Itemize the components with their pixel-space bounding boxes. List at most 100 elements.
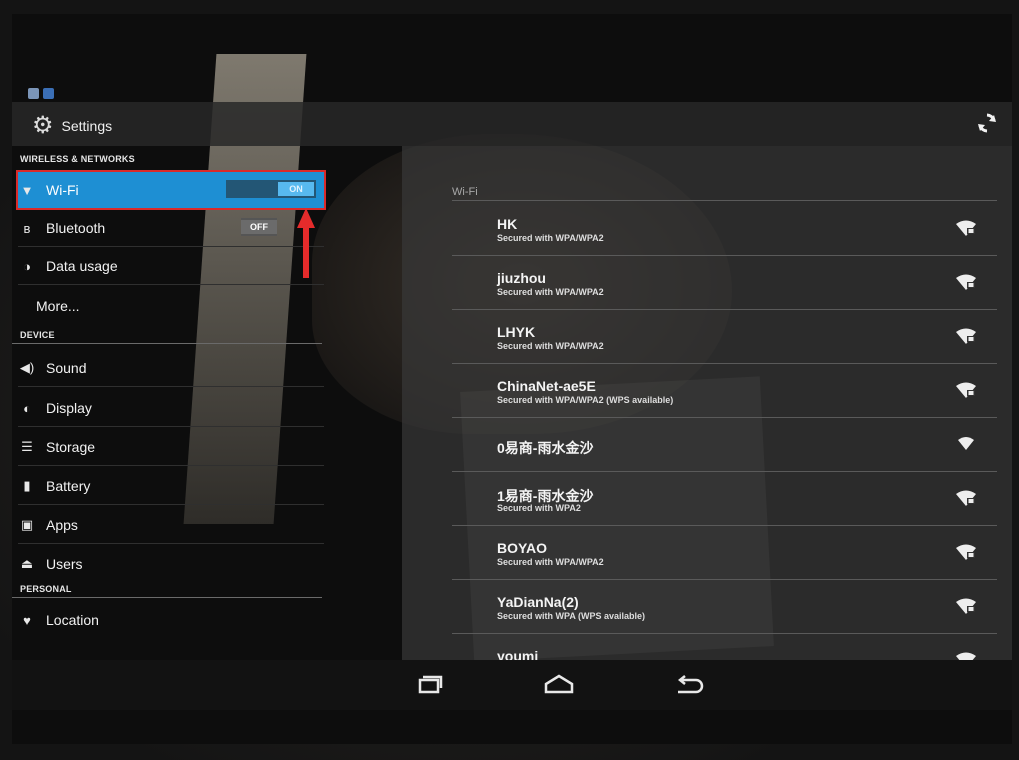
sidebar-item-more[interactable]: More... [18, 288, 342, 324]
wifi-lock-icon [956, 652, 976, 660]
network-status: Secured with WPA/WPA2 [497, 557, 604, 567]
back-icon[interactable] [672, 672, 706, 698]
sidebar-item-label: Apps [46, 517, 78, 533]
list-item[interactable]: jiuzhou Secured with WPA/WPA2 [452, 256, 997, 310]
refresh-button[interactable] [974, 112, 1000, 138]
sidebar-item-bluetooth[interactable]: ʙ Bluetooth OFF [18, 210, 324, 246]
gear-icon: ⚙ [32, 112, 54, 139]
data-usage-icon: ◑ [23, 258, 31, 274]
list-item[interactable]: LHYK Secured with WPA/WPA2 [452, 310, 997, 364]
list-item[interactable]: HK Secured with WPA/WPA2 [452, 202, 997, 256]
list-item[interactable]: youmi [452, 634, 997, 660]
sidebar-item-label: Sound [46, 360, 87, 376]
network-status: Secured with WPA/WPA2 [497, 233, 604, 243]
section-header: PERSONAL [20, 584, 72, 594]
network-status: Secured with WPA (WPS available) [497, 611, 646, 621]
tablet-screen: ⚙ Settings WIRELESS & NETWORKS ▼ Wi-Fi O… [12, 14, 1012, 744]
network-name: YaDianNa(2) [497, 594, 579, 610]
notification-icon [43, 87, 54, 99]
sidebar-item-label: Display [46, 400, 92, 416]
network-name: LHYK [497, 324, 536, 340]
wifi-toggle[interactable]: ON [226, 180, 316, 198]
notification-icon [28, 87, 39, 99]
battery-icon: ▮ [23, 478, 31, 493]
section-header: WIRELESS & NETWORKS [20, 154, 135, 164]
status-bar [28, 84, 78, 102]
divider [18, 504, 324, 505]
sidebar-item-display[interactable]: ◐ Display [18, 390, 324, 426]
location-icon: ♥ [23, 612, 31, 628]
wifi-lock-icon [956, 220, 976, 236]
list-item[interactable]: BOYAO Secured with WPA/WPA2 [452, 526, 997, 580]
wifi-header: Wi-Fi [452, 186, 478, 198]
sidebar-item-label: Users [46, 556, 83, 572]
section-divider [452, 200, 997, 201]
network-name: 0易商-雨水金沙 [497, 440, 594, 456]
list-item[interactable]: ChinaNet-ae5E Secured with WPA/WPA2 (WPS… [452, 364, 997, 418]
wifi-icon: ▼ [20, 182, 34, 198]
storage-icon: ☰ [21, 439, 33, 454]
list-item[interactable]: YaDianNa(2) Secured with WPA (WPS availa… [452, 580, 997, 634]
divider [18, 386, 324, 387]
settings-sidebar: WIRELESS & NETWORKS ▼ Wi-Fi ON ʙ Bluetoo… [12, 150, 332, 670]
wifi-open-icon [958, 437, 974, 450]
wifi-lock-icon [956, 328, 976, 344]
wifi-lock-icon [956, 544, 976, 560]
sidebar-item-label: Data usage [46, 258, 118, 274]
toggle-label: ON [278, 182, 314, 196]
sidebar-item-users[interactable]: ⏏ Users [18, 546, 324, 582]
network-status: Secured with WPA/WPA2 (WPS available) [497, 395, 674, 405]
app-title: ⚙ Settings [32, 114, 112, 138]
divider [18, 543, 324, 544]
network-name: BOYAO [497, 540, 548, 556]
list-item[interactable]: 1易商-雨水金沙 Secured with WPA2 [452, 472, 997, 526]
wifi-lock-icon [956, 598, 976, 614]
speaker-icon: ◀) [19, 360, 35, 375]
section-divider [12, 597, 322, 598]
display-icon: ◐ [23, 400, 31, 416]
network-name: youmi [497, 648, 539, 660]
wifi-lock-icon [956, 382, 976, 398]
sidebar-item-label: Bluetooth [46, 220, 106, 236]
network-status: Secured with WPA/WPA2 [497, 287, 604, 297]
sidebar-item-label: Wi-Fi [46, 182, 79, 198]
action-bar [12, 102, 1012, 146]
section-header: DEVICE [20, 330, 55, 340]
divider [18, 426, 324, 427]
refresh-icon [978, 113, 996, 133]
sidebar-item-label: Storage [46, 439, 96, 455]
sidebar-item-sound[interactable]: ◀) Sound [18, 350, 324, 386]
apps-icon: ▣ [20, 517, 34, 532]
network-name: ChinaNet-ae5E [497, 378, 596, 394]
list-item[interactable]: 0易商-雨水金沙 [452, 418, 997, 472]
red-arrow-annotation [297, 208, 315, 278]
divider [18, 465, 324, 466]
sidebar-item-label: Battery [46, 478, 91, 494]
users-icon: ⏏ [20, 556, 34, 571]
network-status: Secured with WPA/WPA2 [497, 341, 604, 351]
network-status: Secured with WPA2 [497, 503, 581, 513]
sidebar-item-label: More... [36, 298, 80, 314]
sidebar-item-storage[interactable]: ☰ Storage [18, 429, 324, 465]
section-divider [12, 343, 322, 344]
recent-apps-icon[interactable] [412, 672, 446, 698]
sidebar-item-wifi[interactable]: ▼ Wi-Fi ON [16, 170, 326, 210]
wifi-network-list: Wi-Fi HK Secured with WPA/WPA2 jiuzhou S… [402, 146, 1012, 660]
bluetooth-toggle[interactable]: OFF [241, 218, 277, 236]
sidebar-item-label: Location [46, 612, 99, 628]
wifi-lock-icon [956, 490, 976, 506]
wifi-lock-icon [956, 274, 976, 290]
network-name: jiuzhou [497, 270, 546, 286]
bluetooth-icon: ʙ [23, 220, 31, 236]
navigation-bar [12, 660, 1012, 710]
sidebar-item-apps[interactable]: ▣ Apps [18, 507, 324, 543]
sidebar-item-data-usage[interactable]: ◑ Data usage [18, 248, 324, 284]
network-name: HK [497, 216, 518, 232]
app-title-label: Settings [61, 118, 113, 134]
toggle-label: OFF [241, 220, 277, 234]
sidebar-item-location[interactable]: ♥ Location [18, 602, 324, 638]
sidebar-item-battery[interactable]: ▮ Battery [18, 468, 324, 504]
home-icon[interactable] [542, 672, 576, 698]
divider [18, 246, 324, 247]
divider [18, 284, 324, 285]
